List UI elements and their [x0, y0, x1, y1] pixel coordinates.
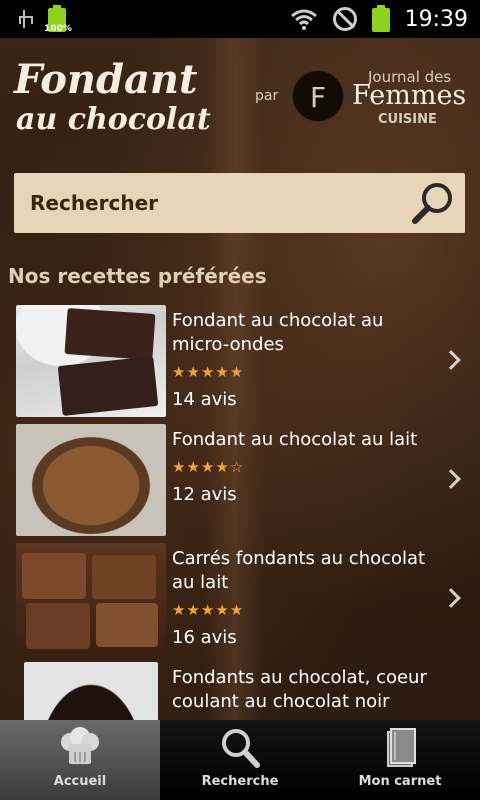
recipe-item[interactable]: Fondant au chocolat au lait ★★★★☆ 12 avi…	[0, 424, 480, 542]
wifi-icon	[289, 7, 319, 31]
recipe-thumbnail	[16, 424, 166, 536]
search-bar	[14, 173, 465, 233]
app-title-line1: Fondant	[14, 56, 198, 103]
recipe-rating-stars: ★★★★★	[172, 363, 245, 381]
bottom-tab-bar: Accueil Recherche Mon carnet	[0, 720, 480, 800]
search-button[interactable]	[407, 177, 459, 229]
notebook-icon	[387, 728, 416, 767]
usb-icon	[16, 8, 33, 30]
recipe-thumbnail	[24, 662, 158, 720]
recipe-rating-stars: ★★★★☆	[172, 458, 245, 476]
recipe-review-count: 12 avis	[172, 484, 237, 505]
tab-label: Mon carnet	[358, 774, 442, 789]
no-signal-icon	[332, 7, 357, 31]
recipe-item[interactable]: Carrés fondants au chocolat au lait ★★★★…	[0, 543, 480, 661]
tab-mon-carnet[interactable]: Mon carnet	[320, 720, 480, 800]
battery-icon	[371, 4, 391, 34]
chef-hat-icon	[61, 727, 99, 764]
tab-label: Recherche	[201, 774, 279, 789]
tab-label: Accueil	[53, 774, 107, 789]
app-title-line2: au chocolat	[16, 102, 211, 137]
search-input[interactable]	[14, 173, 404, 233]
by-label: par	[255, 88, 279, 104]
recipe-title: Fondant au chocolat au lait	[172, 429, 418, 450]
brand-bottom-text: CUISINE	[378, 112, 437, 127]
battery-percent: 100%	[44, 24, 72, 34]
chevron-right-icon	[441, 469, 461, 489]
recipe-thumbnail	[16, 305, 166, 417]
clock: 19:39	[404, 6, 468, 32]
recipe-item[interactable]: Fondants au chocolat, coeur coulant au c…	[0, 662, 480, 720]
recipe-thumbnail	[16, 543, 166, 655]
recipe-review-count: 16 avis	[172, 627, 237, 648]
recipe-review-count: 14 avis	[172, 389, 237, 410]
chevron-right-icon	[441, 588, 461, 608]
brand-logo-icon	[292, 70, 344, 122]
brand-main-text: Femmes	[352, 80, 467, 111]
recipe-rating-stars: ★★★★★	[172, 601, 245, 619]
recipe-title: Fondant au chocolat au micro-ondes	[172, 310, 384, 355]
section-title: Nos recettes préférées	[8, 264, 267, 288]
tab-recherche[interactable]: Recherche	[160, 720, 320, 800]
chevron-right-icon	[441, 350, 461, 370]
battery-small-icon: 100%	[44, 4, 72, 34]
search-icon	[222, 729, 260, 768]
tab-accueil[interactable]: Accueil	[0, 720, 160, 800]
recipe-title: Carrés fondants au chocolat au lait	[172, 548, 426, 593]
status-bar: 100% 19:39	[0, 0, 480, 38]
search-icon	[412, 183, 452, 224]
recipe-item[interactable]: Fondant au chocolat au micro-ondes ★★★★★…	[0, 305, 480, 423]
recipe-title: Fondants au chocolat, coeur coulant au c…	[172, 667, 427, 712]
